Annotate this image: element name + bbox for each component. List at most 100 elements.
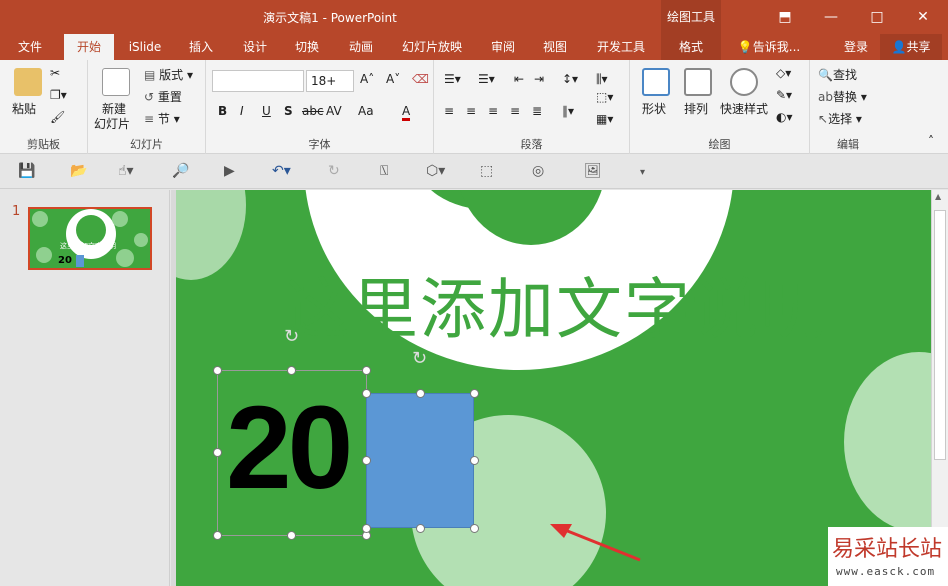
copy-icon[interactable]: ❐▾: [50, 88, 67, 102]
resize-handle[interactable]: [362, 456, 371, 465]
paste-button[interactable]: 粘贴: [12, 100, 36, 117]
resize-handle[interactable]: [362, 366, 371, 375]
align-objects-icon[interactable]: ⍂: [380, 163, 388, 179]
tab-slideshow[interactable]: 幻灯片放映: [396, 34, 468, 60]
open-folder-icon[interactable]: 📂: [70, 163, 87, 179]
tab-file[interactable]: 文件: [8, 34, 52, 60]
number-textbox[interactable]: 20: [226, 380, 353, 516]
tab-view[interactable]: 视图: [532, 34, 578, 60]
italic-button[interactable]: I: [240, 104, 244, 118]
shapes-icon[interactable]: [642, 68, 670, 96]
underline-button[interactable]: U: [262, 104, 271, 118]
tab-animations[interactable]: 动画: [338, 34, 384, 60]
align-left-icon[interactable]: ≡: [444, 104, 454, 118]
close-button[interactable]: ✕: [900, 4, 946, 30]
tab-home[interactable]: 开始: [64, 34, 114, 60]
tab-transitions[interactable]: 切换: [284, 34, 330, 60]
merge-shapes-icon[interactable]: ◎: [532, 163, 544, 179]
justify-icon[interactable]: ≡: [510, 104, 520, 118]
minimize-button[interactable]: —: [808, 4, 854, 30]
undo-icon[interactable]: ↶▾: [272, 163, 291, 179]
replace-button[interactable]: ab替换 ▾: [818, 88, 867, 105]
char-spacing-button[interactable]: AV: [326, 104, 342, 118]
rotate-handle-icon[interactable]: ↻: [412, 348, 427, 369]
increase-font-icon[interactable]: A˄: [360, 72, 374, 86]
bullets-icon[interactable]: ☰▾: [444, 72, 461, 86]
rotate-handle-icon[interactable]: ↻: [284, 326, 299, 347]
tell-me-search[interactable]: 💡告诉我...: [734, 34, 804, 60]
layout-button[interactable]: ▤ 版式 ▾: [144, 66, 193, 83]
slide-canvas[interactable]: 这里添加文字说明 20 ↻ ↻: [176, 190, 931, 586]
bold-button[interactable]: B: [218, 104, 227, 118]
select-button[interactable]: ↖选择 ▾: [818, 110, 862, 127]
resize-handle[interactable]: [362, 524, 371, 533]
quick-styles-button[interactable]: 快速样式: [720, 100, 768, 117]
clear-format-icon[interactable]: ⌫: [412, 72, 429, 86]
scroll-up-icon[interactable]: ▲: [935, 192, 941, 201]
resize-handle[interactable]: [362, 389, 371, 398]
resize-handle[interactable]: [470, 389, 479, 398]
align-right-icon[interactable]: ≡: [488, 104, 498, 118]
signin-link[interactable]: 登录: [838, 34, 874, 60]
reset-button[interactable]: ↺ 重置: [144, 88, 182, 105]
redo-icon[interactable]: ↻: [328, 163, 340, 179]
shape-effects-icon[interactable]: ◐▾: [776, 110, 793, 124]
resize-handle[interactable]: [213, 531, 222, 540]
line-spacing-icon[interactable]: ↕▾: [562, 72, 578, 86]
smartart-icon[interactable]: ▦▾: [596, 112, 613, 126]
tab-developer[interactable]: 开发工具: [590, 34, 652, 60]
tab-format[interactable]: 格式: [661, 34, 721, 60]
shapes-qat-icon[interactable]: ⬡▾: [426, 163, 445, 179]
shape-outline-icon[interactable]: ✎▾: [776, 88, 792, 102]
resize-handle[interactable]: [470, 524, 479, 533]
new-slide-label-2[interactable]: 幻灯片: [94, 115, 130, 132]
resize-handle[interactable]: [416, 389, 425, 398]
quick-styles-icon[interactable]: [730, 68, 758, 96]
save-icon[interactable]: 💾: [18, 163, 35, 179]
text-direction-icon[interactable]: ⫼▾: [596, 72, 608, 87]
collapse-ribbon-icon[interactable]: ˄: [928, 134, 934, 148]
format-painter-icon[interactable]: 🖌: [50, 110, 65, 124]
selection-pane-icon[interactable]: ⬚: [480, 163, 493, 179]
customize-qat-icon[interactable]: ▾: [640, 167, 645, 178]
align-center-icon[interactable]: ≡: [466, 104, 476, 118]
shapes-button[interactable]: 形状: [642, 100, 666, 117]
tab-insert[interactable]: 插入: [178, 34, 224, 60]
new-slide-icon[interactable]: [102, 68, 130, 96]
font-name-combo[interactable]: [212, 70, 304, 92]
find-button[interactable]: 🔍查找: [818, 66, 857, 83]
numbering-icon[interactable]: ☰▾: [478, 72, 495, 86]
decrease-font-icon[interactable]: A˅: [386, 72, 400, 86]
font-color-button[interactable]: A: [402, 104, 411, 121]
resize-handle[interactable]: [287, 366, 296, 375]
arrange-button[interactable]: 排列: [684, 100, 708, 117]
columns-icon[interactable]: ∥▾: [562, 104, 574, 118]
ribbon-display-options-icon[interactable]: ⬒: [762, 4, 808, 30]
section-button[interactable]: ≡ 节 ▾: [144, 110, 180, 127]
from-start-icon[interactable]: ▶: [224, 163, 235, 179]
resize-handle[interactable]: [213, 448, 222, 457]
strikethrough-button[interactable]: abc: [302, 104, 324, 118]
share-button[interactable]: 👤共享: [880, 34, 942, 60]
resize-handle[interactable]: [470, 456, 479, 465]
tab-design[interactable]: 设计: [232, 34, 278, 60]
tab-islide[interactable]: iSlide: [120, 34, 170, 60]
arrange-icon[interactable]: [684, 68, 712, 96]
align-text-icon[interactable]: ⬚▾: [596, 90, 613, 104]
decrease-indent-icon[interactable]: ⇤: [514, 72, 524, 86]
shape-fill-icon[interactable]: ◇▾: [776, 66, 791, 80]
distributed-icon[interactable]: ≣: [532, 104, 542, 118]
tab-review[interactable]: 审阅: [480, 34, 526, 60]
cut-icon[interactable]: ✂: [50, 66, 60, 80]
resize-handle[interactable]: [213, 366, 222, 375]
resize-handle[interactable]: [287, 531, 296, 540]
maximize-button[interactable]: □: [854, 4, 900, 30]
increase-indent-icon[interactable]: ⇥: [534, 72, 544, 86]
print-preview-icon[interactable]: 🔎: [172, 163, 189, 179]
scroll-thumb[interactable]: [934, 210, 946, 460]
paste-icon[interactable]: [14, 68, 42, 96]
change-case-button[interactable]: Aa: [358, 104, 374, 118]
blue-rectangle[interactable]: [366, 393, 474, 528]
font-size-combo[interactable]: 18+: [306, 70, 354, 92]
picture-icon[interactable]: 🖼: [584, 163, 602, 179]
